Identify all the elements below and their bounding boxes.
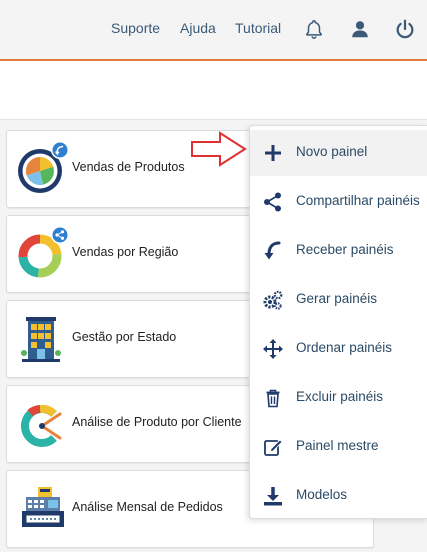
menu-item-label: Modelos <box>296 487 348 502</box>
nav-support-link[interactable]: Suporte <box>111 20 160 36</box>
user-icon[interactable] <box>349 17 371 41</box>
edit-icon <box>264 439 283 456</box>
share-icon <box>264 192 281 212</box>
gears-icon <box>263 290 283 310</box>
menu-item-label: Painel mestre <box>296 438 379 453</box>
menu-item-generate-panels[interactable]: Gerar painéis <box>250 277 427 323</box>
card-title: Gestão por Estado <box>72 330 177 344</box>
menu-item-new-panel[interactable]: Novo painel <box>250 130 427 176</box>
menu-item-master-panel[interactable]: Painel mestre <box>250 424 427 470</box>
menu-item-sort-panels[interactable]: Ordenar painéis <box>250 326 427 372</box>
ring-chart-icon <box>20 404 62 447</box>
card-title: Vendas de Produtos <box>72 160 185 174</box>
toolbar-area <box>0 61 427 119</box>
donut-chart-icon <box>18 226 69 278</box>
toolbar-divider <box>0 119 427 120</box>
menu-item-label: Excluir painéis <box>296 389 384 404</box>
nav-tutorial-link[interactable]: Tutorial <box>235 20 281 36</box>
power-icon[interactable] <box>394 17 416 41</box>
card-title: Vendas por Região <box>72 245 179 259</box>
menu-item-label: Gerar painéis <box>296 291 378 306</box>
menu-item-delete-panels[interactable]: Excluir painéis <box>250 375 427 421</box>
pie-chart-icon <box>18 141 69 193</box>
top-bar: Suporte Ajuda Tutorial <box>0 0 427 59</box>
nav-help-link[interactable]: Ajuda <box>180 20 216 36</box>
menu-item-label: Novo painel <box>296 144 368 159</box>
card-title: Análise de Produto por Cliente <box>72 415 242 429</box>
plus-icon <box>265 145 281 161</box>
pointer-arrow-icon <box>191 131 247 167</box>
card-title: Análise Mensal de Pedidos <box>72 500 223 514</box>
menu-item-label: Compartilhar painéis <box>296 193 420 208</box>
menu-item-templates[interactable]: Modelos <box>250 473 427 519</box>
menu-item-label: Ordenar painéis <box>296 340 393 355</box>
menu-item-share-panels[interactable]: Compartilhar painéis <box>250 179 427 225</box>
panels-menu: Novo painel Compartilhar painéis Receber… <box>249 125 427 519</box>
menu-item-label: Receber painéis <box>296 242 394 257</box>
bell-icon[interactable] <box>303 17 325 41</box>
menu-item-receive-panels[interactable]: Receber painéis <box>250 228 427 274</box>
download-icon <box>264 487 282 506</box>
move-arrows-icon <box>263 339 283 359</box>
trash-icon <box>266 389 280 408</box>
cash-register-icon <box>22 487 64 527</box>
receive-arrow-icon <box>264 241 281 260</box>
building-icon <box>21 317 61 362</box>
